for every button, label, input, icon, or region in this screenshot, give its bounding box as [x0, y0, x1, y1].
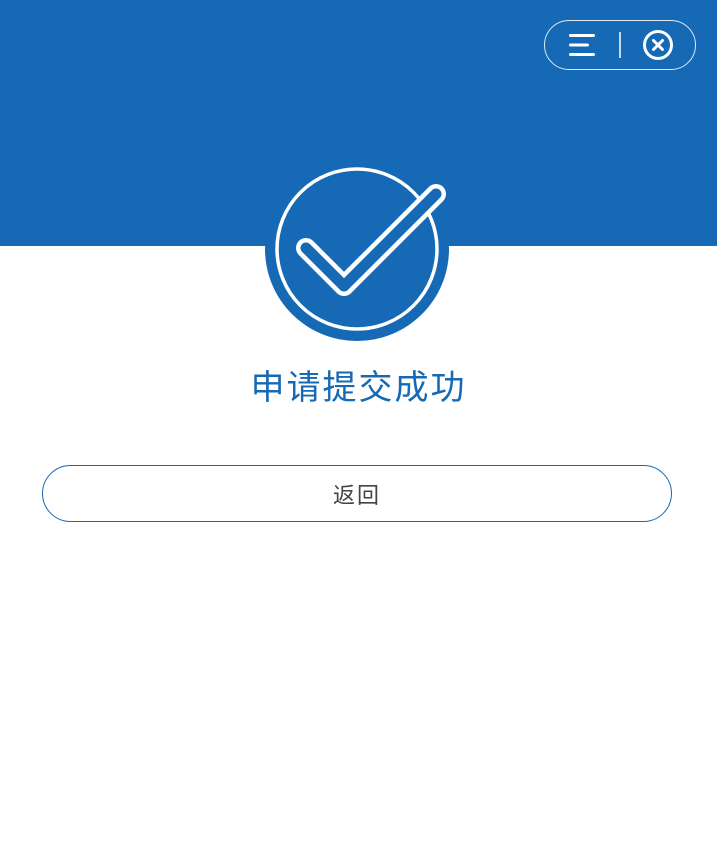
- mini-program-capsule: [544, 20, 696, 70]
- close-button[interactable]: [621, 20, 695, 70]
- success-title: 申请提交成功: [250, 368, 467, 408]
- close-circle-icon: [642, 30, 673, 60]
- check-circle-icon: [265, 157, 449, 341]
- menu-button[interactable]: [545, 20, 619, 70]
- back-button[interactable]: 返回: [42, 465, 672, 522]
- menu-icon: [569, 34, 596, 56]
- page: 申请提交成功 返回: [0, 0, 720, 841]
